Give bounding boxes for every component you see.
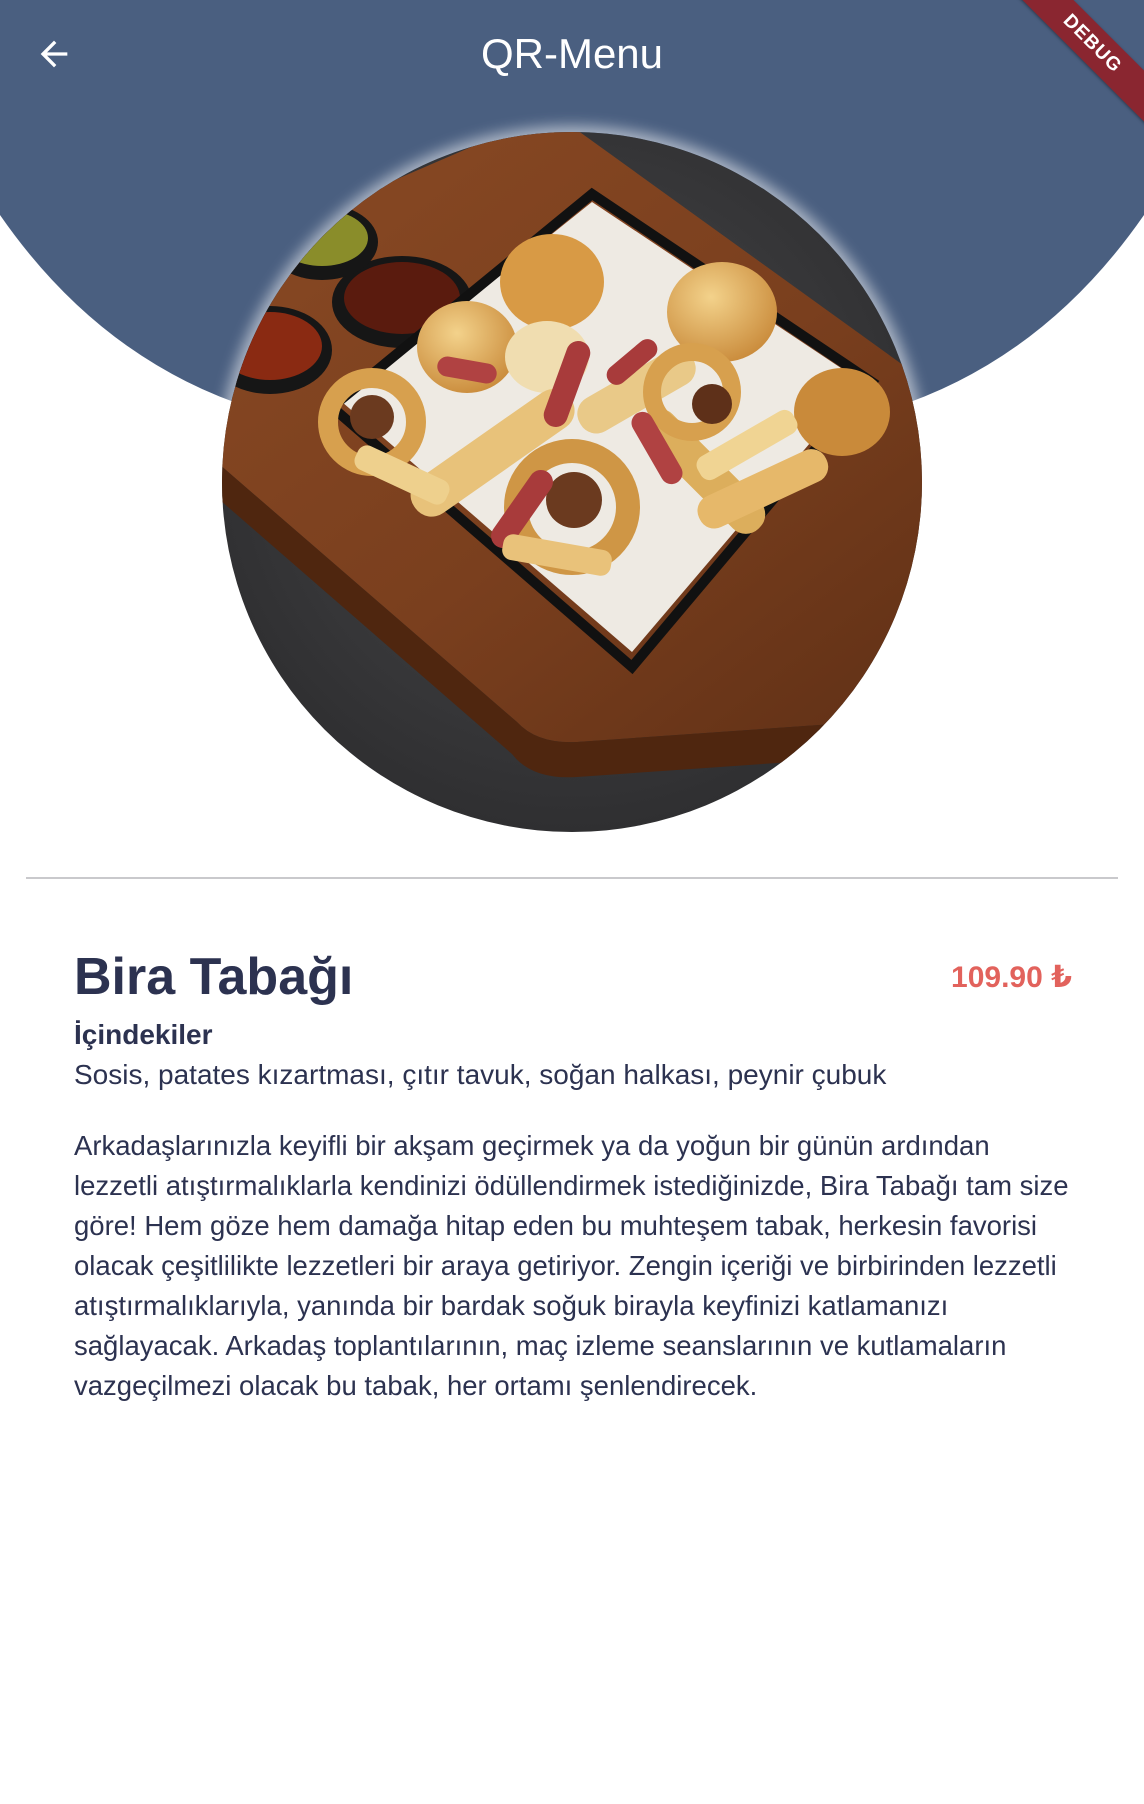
dish-photo xyxy=(222,132,922,832)
app-title: QR-Menu xyxy=(480,30,664,77)
beer-snack-platter-image xyxy=(222,132,922,832)
dish-price: 109.90 ₺ xyxy=(951,961,1072,994)
dish-name: Bira Tabağı xyxy=(74,948,354,1006)
dish-detail-screen: QR-Menu DEBUG Bira Tabağı 109.90 ₺ İçind… xyxy=(0,0,1144,1804)
app-bar: QR-Menu xyxy=(0,0,1144,110)
divider xyxy=(26,877,1118,879)
ingredients-text: Sosis, patates kızartması, çıtır tavuk, … xyxy=(74,1059,887,1090)
dish-description: Arkadaşlarınızla keyifli bir akşam geçir… xyxy=(74,1130,1069,1401)
ingredients-heading: İçindekiler xyxy=(74,1019,213,1050)
